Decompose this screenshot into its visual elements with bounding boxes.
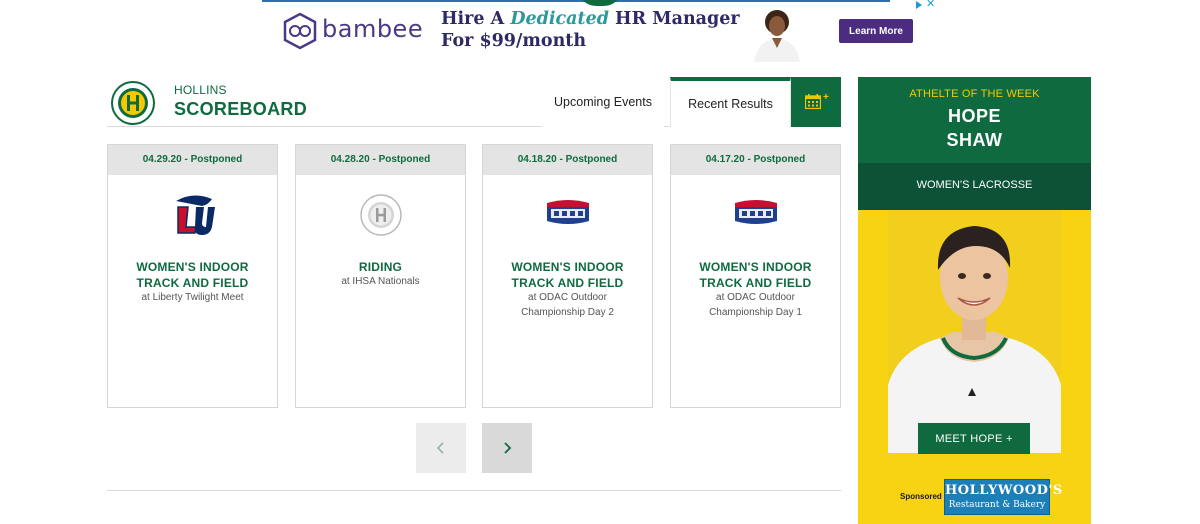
sponsor-subtitle: Restaurant & Bakery [948,500,1046,510]
ad-headline-suffix: HR Manager [608,9,740,29]
athlete-name: HOPE SHAW [858,104,1091,152]
ad-choices[interactable]: ✕ [914,0,936,12]
tab-upcoming-events[interactable]: Upcoming Events [542,77,664,127]
card-date-status: 04.17.20 - Postponed [671,145,840,175]
scoreboard-title: SCOREBOARD [174,99,308,119]
card-sport: RIDING [296,259,465,275]
card-sport: WOMEN'S INDOOR TRACK AND FIELD [671,259,840,291]
card-sport: WOMEN'S INDOOR TRACK AND FIELD [483,259,652,291]
athlete-sport-band: WOMEN'S LACROSSE [858,163,1091,210]
card-sport-line1: WOMEN'S INDOOR [511,260,624,274]
card-sport: WOMEN'S INDOOR TRACK AND FIELD [108,259,277,291]
sponsor-logo[interactable]: HOLLYWOOD'S Restaurant & Bakery [944,479,1063,515]
athlete-photo-area: MEET HOPE + Sponsored By: HOLLYWOOD'S Re… [858,210,1091,524]
card-event: at Liberty Twilight Meet [116,291,269,306]
card-sport-line2: TRACK AND FIELD [699,276,812,290]
ad-banner[interactable]: bambee Hire A Dedicated HR Manager For $… [262,0,938,66]
page: bambee Hire A Dedicated HR Manager For $… [0,0,1200,524]
athlete-portrait-icon [888,210,1061,453]
bottom-divider [107,490,841,491]
ad-headline-emphasis: Dedicated [510,9,609,29]
athlete-last-name: SHAW [946,130,1003,150]
hollins-athletics-logo-icon [111,81,155,125]
result-card[interactable]: 04.18.20 - Postponed WOMEN'S INDOOR TRAC… [482,144,653,408]
card-event: at IHSA Nationals [304,275,457,290]
previous-button[interactable] [416,423,466,473]
card-event: at ODAC Outdoor Championship Day 2 [491,291,644,320]
calendar-plus: + [823,92,829,103]
result-card[interactable]: 04.29.20 - Postponed WOMEN'S INDOOR TRAC… [107,144,278,408]
card-date-status: 04.28.20 - Postponed [296,145,465,175]
card-event-line1: at ODAC Outdoor [716,292,795,303]
card-event-line1: at IHSA Nationals [341,276,420,287]
card-event: at ODAC Outdoor Championship Day 1 [679,291,832,320]
ad-learn-more-button[interactable]: Learn More [839,19,913,43]
card-sport-line1: RIDING [358,260,403,274]
athlete-first-name: HOPE [947,106,1001,126]
card-date-status: 04.29.20 - Postponed [108,145,277,175]
card-sport-line2: TRACK AND FIELD [136,276,249,290]
card-event-line2: Championship Day 1 [709,306,802,318]
bambee-logo-icon [283,12,317,50]
calendar-button[interactable]: + [791,77,841,127]
ad-headline: Hire A Dedicated HR Manager For $99/mont… [441,8,740,52]
aotw-label: ATHELTE OF THE WEEK [909,88,1040,100]
result-card[interactable]: 04.28.20 - Postponed RIDING at IHSA Nati… [295,144,466,408]
tab-recent-results[interactable]: Recent Results [670,77,791,127]
card-date-status: 04.18.20 - Postponed [483,145,652,175]
meet-athlete-button[interactable]: MEET HOPE + [918,423,1030,454]
scoreboard-school: HOLLINS [174,83,227,97]
sponsor-name: HOLLYWOOD'S [945,483,1063,498]
athlete-of-the-week-panel: ATHELTE OF THE WEEK HOPE SHAW WOMEN'S LA… [858,77,1091,524]
odac-logo-icon [734,200,777,224]
ad-headline-line2: For $99/month [441,31,587,51]
ad-choices-icon[interactable] [916,1,922,9]
card-sport-line2: TRACK AND FIELD [511,276,624,290]
card-event-line2: Championship Day 2 [521,306,614,318]
card-sport-line1: WOMEN'S INDOOR [699,260,812,274]
athlete-photo [888,210,1061,453]
calendar-icon [805,94,821,109]
chevron-right-icon [504,442,512,454]
ad-person-image-icon [754,10,800,62]
athlete-sport: WOMEN'S LACROSSE [916,179,1033,191]
liberty-logo-icon [175,195,215,235]
hollins-seal-icon [359,194,402,236]
result-card[interactable]: 04.17.20 - Postponed WOMEN'S INDOOR TRAC… [670,144,841,408]
next-button[interactable] [482,423,532,473]
odac-logo-icon [546,200,589,224]
ad-headline-prefix: Hire A [441,9,511,29]
ad-top-line [262,0,890,2]
chevron-left-icon [436,442,444,454]
card-sport-line1: WOMEN'S INDOOR [136,260,249,274]
ad-close-icon[interactable]: ✕ [926,0,935,9]
card-event-line1: at ODAC Outdoor [528,292,607,303]
ad-brand: bambee [322,15,424,43]
card-event-line1: at Liberty Twilight Meet [141,292,244,303]
